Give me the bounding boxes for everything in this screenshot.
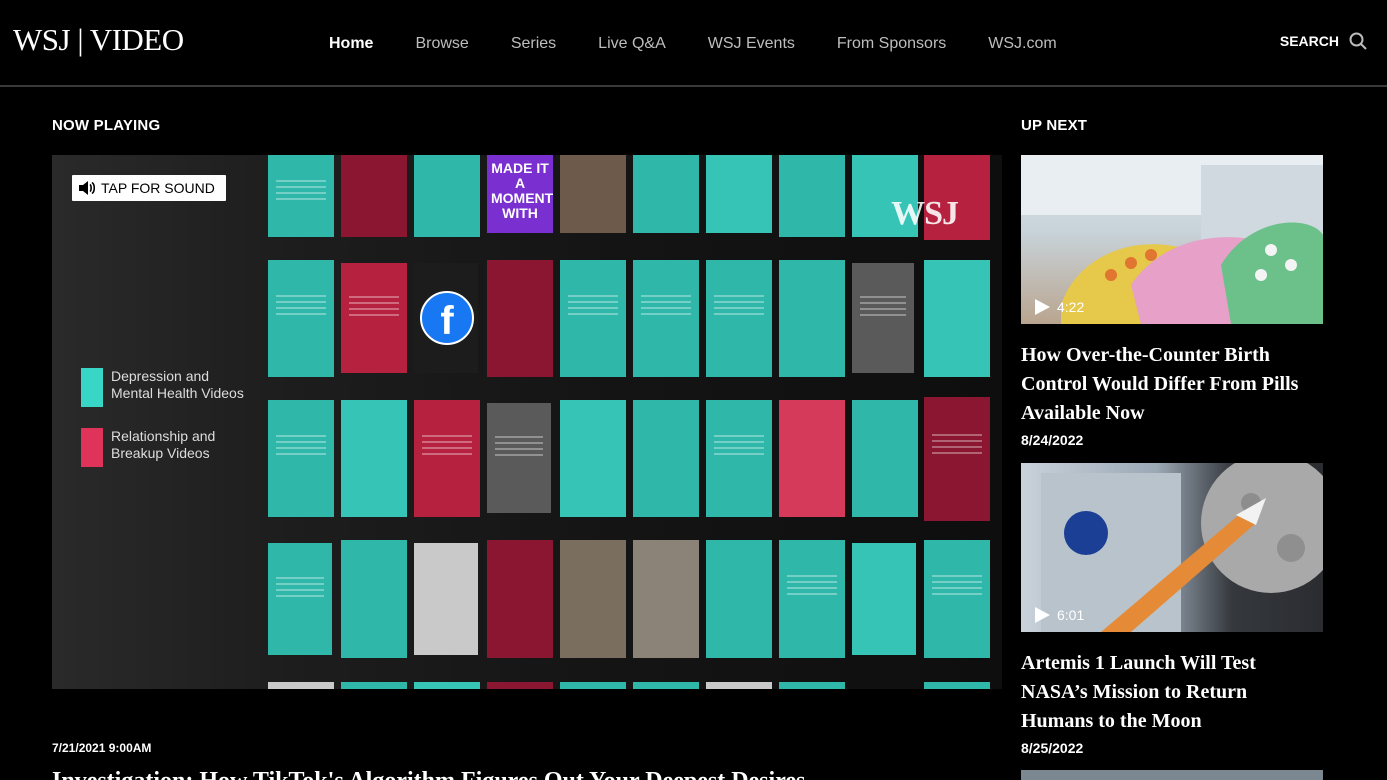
video-tile (633, 260, 699, 377)
card-date: 8/25/2022 (1021, 740, 1084, 756)
legend-label: Depression and Mental Health Videos (111, 368, 244, 401)
video-tile (560, 682, 626, 689)
wsj-watermark: WSJ (891, 195, 959, 232)
video-tile (414, 543, 478, 655)
video-tile (633, 682, 699, 689)
video-tile (779, 155, 845, 237)
tap-for-sound-button[interactable]: TAP FOR SOUND (72, 175, 226, 201)
video-tile (706, 155, 772, 233)
video-duration: 6:01 (1033, 606, 1084, 624)
video-tile (852, 263, 914, 373)
video-tile (487, 682, 553, 689)
legend-swatch (81, 428, 103, 467)
video-tile (924, 682, 990, 689)
video-tile (706, 260, 772, 377)
search-icon (1349, 32, 1367, 50)
play-icon (1035, 299, 1050, 315)
video-tile (268, 260, 334, 377)
duration-label: 6:01 (1057, 607, 1085, 623)
video-tile (779, 682, 845, 689)
video-thumbnail[interactable]: 6:01 (1021, 463, 1323, 632)
video-player[interactable]: MADE IT A MOMENT WITH f WSJ TAP FOR SOUN… (52, 155, 1002, 689)
video-tile (341, 263, 407, 373)
video-tile (560, 400, 626, 517)
video-tile (487, 540, 553, 658)
video-thumbnail[interactable]: 4:22 (1021, 155, 1323, 324)
video-tile (779, 400, 845, 517)
video-tile (341, 682, 407, 689)
tap-for-sound-label: TAP FOR SOUND (101, 180, 215, 196)
video-headline[interactable]: Investigation: How TikTok's Algorithm Fi… (52, 768, 805, 780)
video-tile (852, 400, 918, 517)
duration-label: 4:22 (1057, 299, 1085, 315)
video-tile (414, 155, 480, 237)
next-card-thumbnail-peek[interactable] (1021, 770, 1323, 780)
video-tile (268, 543, 332, 655)
video-tile (633, 400, 699, 517)
up-next-card[interactable]: 4:22 How Over-the-Counter Birth Control … (1021, 155, 1323, 448)
nav-live-qa[interactable]: Live Q&A (598, 35, 666, 53)
video-tile (414, 682, 480, 689)
play-icon (1035, 607, 1050, 623)
video-tile (924, 260, 990, 377)
up-next-heading: UP NEXT (1021, 117, 1088, 134)
video-tile (924, 540, 990, 658)
video-tile (924, 397, 990, 521)
video-tile (487, 260, 553, 377)
video-frame-tile-grid: MADE IT A MOMENT WITH f (268, 155, 1002, 689)
video-tile (633, 540, 699, 658)
video-tile (341, 540, 407, 658)
card-date: 8/24/2022 (1021, 432, 1084, 448)
tile-caption: MADE IT A MOMENT WITH (491, 160, 553, 221)
video-tile (560, 260, 626, 377)
facebook-icon: f (420, 291, 474, 345)
wsj-video-logo[interactable]: WSJ | VIDEO (13, 22, 184, 58)
video-tile: MADE IT A MOMENT WITH (487, 155, 553, 233)
legend-item-relationship: Relationship and Breakup Videos (81, 428, 281, 467)
video-tile (268, 155, 334, 237)
video-duration: 4:22 (1033, 298, 1084, 316)
video-tile (560, 540, 626, 658)
video-tile (633, 155, 699, 233)
nav-wsj-com[interactable]: WSJ.com (988, 35, 1056, 53)
legend-swatch (81, 368, 103, 407)
search-label: SEARCH (1279, 33, 1339, 49)
legend-item-depression: Depression and Mental Health Videos (81, 368, 281, 407)
nav-wsj-events[interactable]: WSJ Events (708, 35, 795, 53)
video-tile (852, 543, 916, 655)
video-tile (341, 400, 407, 517)
video-tile (706, 682, 772, 689)
nav-from-sponsors[interactable]: From Sponsors (837, 35, 946, 53)
video-tile (779, 540, 845, 658)
video-tile (779, 260, 845, 377)
nav-home[interactable]: Home (329, 35, 373, 53)
card-title[interactable]: How Over-the-Counter Birth Control Would… (1021, 341, 1323, 428)
legend-label: Relationship and Breakup Videos (111, 428, 216, 461)
speaker-icon (79, 181, 96, 195)
nav-browse[interactable]: Browse (415, 35, 468, 53)
video-tile (706, 540, 772, 658)
video-tile (560, 155, 626, 233)
search-button[interactable]: SEARCH (1280, 32, 1367, 50)
up-next-card[interactable]: 6:01 Artemis 1 Launch Will Test NASA’s M… (1021, 463, 1323, 756)
video-tile: f (414, 263, 478, 373)
nav-series[interactable]: Series (511, 35, 556, 53)
video-date: 7/21/2021 9:00AM (52, 741, 152, 755)
video-tile (414, 400, 480, 517)
video-tile (487, 403, 551, 513)
video-tile (341, 155, 407, 237)
site-header: WSJ | VIDEO Home Browse Series Live Q&A … (0, 0, 1387, 87)
video-tile (706, 400, 772, 517)
main-nav: Home Browse Series Live Q&A WSJ Events F… (329, 35, 1099, 53)
now-playing-heading: NOW PLAYING (52, 117, 161, 134)
card-title[interactable]: Artemis 1 Launch Will Test NASA’s Missio… (1021, 649, 1323, 736)
video-tile (268, 682, 334, 689)
